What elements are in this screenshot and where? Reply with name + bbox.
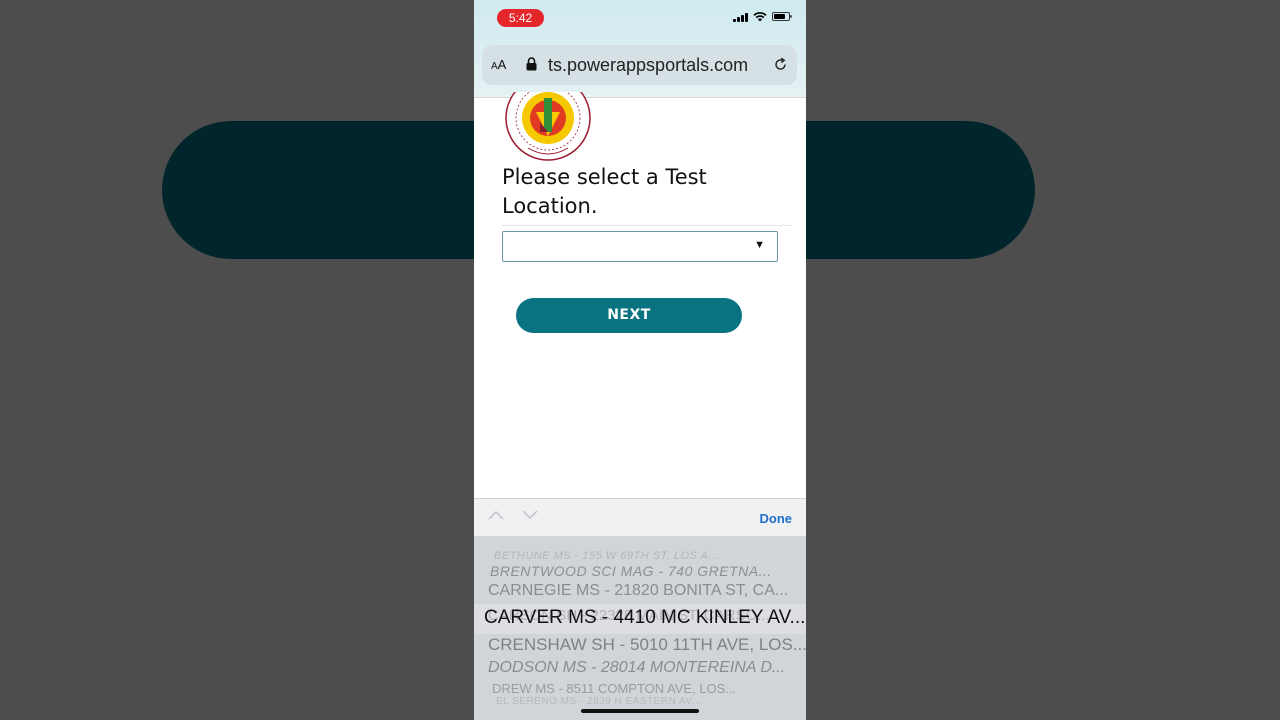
url-bar[interactable]: AA ts.powerappsportals.com [482, 45, 797, 85]
lock-icon [526, 57, 537, 71]
test-location-select[interactable]: ▼ [502, 231, 778, 262]
picker-option[interactable]: BRENTWOOD SCI MAG - 740 GRETNA... [490, 563, 806, 579]
picker-option[interactable]: CRENSHAW SH - 5010 11TH AVE, LOS... [488, 635, 806, 655]
status-icons [733, 11, 792, 22]
picker-option[interactable]: CARNEGIE MS - 21820 BONITA ST, CA... [488, 582, 806, 600]
picker-option[interactable]: BETHUNE MS - 155 W 69TH ST, LOS A... [494, 550, 806, 562]
picker-option-selected[interactable]: CARVER MS - 4410 MC KINLEY AV... [484, 607, 806, 629]
url-text[interactable]: ts.powerappsportals.com [548, 55, 748, 76]
keyboard-toolbar: Done [474, 498, 806, 537]
phone-screen: 5:42 AA ts.powerappsportals.com Please s… [474, 0, 806, 720]
status-time: 5:42 [497, 9, 544, 27]
done-button[interactable]: Done [760, 511, 793, 526]
browser-top-bar: 5:42 AA ts.powerappsportals.com [474, 0, 806, 98]
cellular-signal-icon [733, 12, 748, 22]
picker-option[interactable]: DODSON MS - 28014 MONTEREINA D... [488, 659, 806, 677]
picker-option[interactable]: EL SERENO MS - 2839 N EASTERN AV... [496, 696, 806, 707]
text-size-button[interactable]: AA [491, 57, 506, 72]
chevron-down-icon[interactable] [522, 510, 538, 520]
form-prompt: Please select a Test Location. [502, 165, 707, 218]
picker-option[interactable]: DREW MS - 8511 COMPTON AVE, LOS... [492, 681, 806, 696]
wifi-icon [753, 12, 767, 22]
chevron-up-icon[interactable] [488, 510, 504, 520]
battery-icon [772, 12, 792, 21]
reload-icon[interactable] [773, 57, 788, 72]
next-button[interactable]: NEXT [516, 298, 742, 333]
home-indicator[interactable] [581, 709, 699, 713]
district-logo [505, 92, 591, 161]
prompt-divider [502, 225, 792, 226]
location-picker-wheel[interactable]: BETHUNE MS - 155 W 69TH ST, LOS A... BRE… [474, 536, 806, 720]
dropdown-arrow-icon: ▼ [754, 239, 765, 251]
